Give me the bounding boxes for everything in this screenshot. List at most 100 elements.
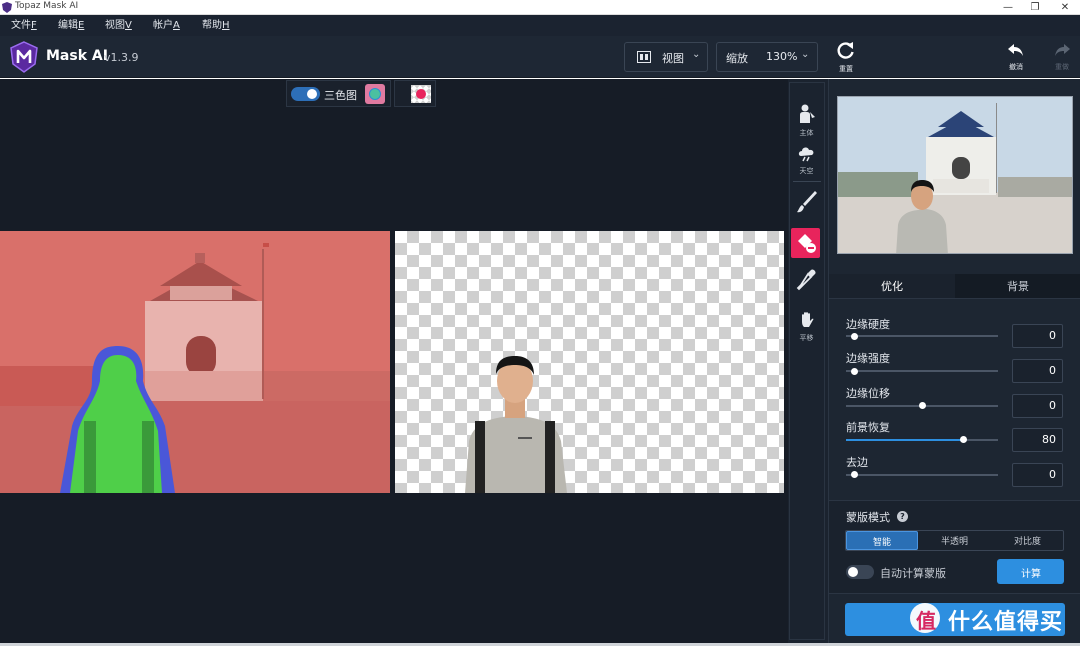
- topaz-logo-icon: [2, 2, 12, 13]
- view-label: 视图: [662, 52, 684, 65]
- chevron-down-icon: ⌄: [692, 49, 701, 60]
- fill-tool[interactable]: [791, 228, 820, 258]
- tab-background-label: 背景: [1007, 280, 1029, 293]
- auto-compute-label: 自动计算蒙版: [880, 567, 946, 580]
- view-button[interactable]: 视图 ⌄: [624, 42, 708, 72]
- slider-value-field[interactable]: 0: [1012, 463, 1063, 487]
- tool-divider: [793, 181, 821, 182]
- mask-mode-option-contrast[interactable]: 对比度: [992, 531, 1064, 550]
- slider-label: 边缘强度: [846, 352, 890, 365]
- eyedropper-tool[interactable]: [790, 267, 823, 303]
- option-label: 半透明: [941, 537, 969, 547]
- slider-label: 前景恢复: [846, 421, 890, 434]
- mask-mode-title: 蒙版模式: [846, 511, 890, 524]
- app-name: Mask AI: [46, 48, 108, 64]
- trimap-color-swatch[interactable]: [365, 84, 385, 104]
- person-icon: [799, 104, 815, 123]
- minimize-button[interactable]: —: [993, 0, 1023, 15]
- option-label: 对比度: [1014, 537, 1042, 547]
- sky-tool[interactable]: 天空: [790, 144, 823, 180]
- subject-tool[interactable]: 主体: [790, 104, 823, 140]
- tab-refine-label: 优化: [881, 280, 903, 293]
- cutout-preview-box[interactable]: [394, 80, 436, 107]
- maximize-button[interactable]: ❐: [1020, 0, 1050, 15]
- slider-label: 去边: [846, 456, 868, 469]
- slider-knob[interactable]: [851, 333, 858, 340]
- transparency-icon: [411, 85, 431, 103]
- pan-tool-label: 平移: [799, 334, 814, 342]
- tab-divider: [829, 298, 1080, 299]
- slider-knob[interactable]: [851, 368, 858, 375]
- cloud-icon: [798, 147, 813, 162]
- app-header: Mask AI v1.3.9 视图 ⌄ 缩放 130% ⌄: [0, 36, 828, 78]
- mask-ai-logo-icon: [10, 41, 38, 73]
- tab-refine[interactable]: 优化: [829, 274, 955, 298]
- hand-icon: [801, 312, 813, 327]
- undo-button[interactable]: 撤消: [1004, 42, 1028, 74]
- redo-icon: [1055, 44, 1070, 56]
- slider-track[interactable]: [846, 335, 998, 337]
- reset-label: 重置: [839, 65, 853, 73]
- chevron-down-icon: ⌄: [801, 49, 810, 60]
- slider-value-field[interactable]: 0: [1012, 359, 1063, 383]
- pan-tool[interactable]: 平移: [790, 311, 823, 347]
- app-window: Topaz Mask AI — ❐ ✕ 文件F 编辑E 视图V 帐户A 帮助H …: [0, 0, 1080, 646]
- slider-label: 边缘位移: [846, 387, 890, 400]
- auto-compute-toggle[interactable]: [846, 565, 874, 579]
- slider-track[interactable]: [846, 474, 998, 476]
- menu-view[interactable]: 视图V: [105, 15, 132, 36]
- slider-knob[interactable]: [960, 436, 967, 443]
- watermark-logo-icon: 值: [910, 603, 940, 633]
- navigator-thumbnail[interactable]: [837, 96, 1073, 254]
- undo-label: 撤消: [1009, 63, 1023, 71]
- help-icon[interactable]: ?: [897, 511, 908, 522]
- title-bar: Topaz Mask AI — ❐ ✕: [0, 0, 1080, 15]
- canvas-area[interactable]: 三色图: [0, 79, 788, 643]
- brush-tool[interactable]: [790, 189, 823, 225]
- sky-tool-label: 天空: [799, 167, 814, 175]
- zoom-control[interactable]: 缩放 130% ⌄: [716, 42, 818, 72]
- compute-button[interactable]: 计算: [997, 559, 1064, 584]
- mask-mode-option-smart[interactable]: 智能: [846, 531, 918, 550]
- section-divider: [829, 593, 1080, 594]
- trimap-photo-illustration: [0, 231, 390, 493]
- mask-mode-option-translucent[interactable]: 半透明: [919, 531, 991, 550]
- slider-value-field[interactable]: 0: [1012, 324, 1063, 348]
- close-button[interactable]: ✕: [1050, 0, 1080, 15]
- cutout-person-illustration: [465, 356, 567, 493]
- cutout-result-image[interactable]: [395, 231, 784, 493]
- right-panel: 优化 背景 边缘硬度 0 边缘强度 0 边缘位移 0 前景恢复 80 去边 0 …: [828, 79, 1080, 643]
- brush-icon: [796, 191, 817, 213]
- app-version: v1.3.9: [104, 51, 139, 64]
- slider-label: 边缘硬度: [846, 318, 890, 331]
- zoom-label: 缩放: [726, 52, 748, 65]
- menu-account[interactable]: 帐户A: [153, 15, 180, 36]
- window-title: Topaz Mask AI: [15, 1, 79, 11]
- menu-bar: 文件F 编辑E 视图V 帐户A 帮助H: [0, 15, 1080, 36]
- menu-file[interactable]: 文件F: [11, 15, 37, 36]
- paint-bucket-icon: [798, 234, 816, 253]
- reset-icon: [837, 42, 854, 59]
- slider-value-field[interactable]: 80: [1012, 428, 1063, 452]
- split-view-icon: [637, 51, 651, 63]
- trimap-toggle-box: 三色图: [286, 80, 391, 107]
- menu-edit[interactable]: 编辑E: [58, 15, 84, 36]
- slider-fill: [846, 439, 964, 441]
- trimap-image[interactable]: [0, 231, 390, 493]
- menu-help[interactable]: 帮助H: [202, 15, 230, 36]
- reset-button[interactable]: 重置: [834, 40, 858, 74]
- redo-button[interactable]: 重做: [1050, 42, 1074, 74]
- redo-label: 重做: [1055, 63, 1069, 71]
- trimap-toggle[interactable]: [291, 87, 320, 101]
- compute-button-label: 计算: [1021, 569, 1041, 580]
- slider-knob[interactable]: [919, 402, 926, 409]
- tab-background[interactable]: 背景: [955, 274, 1080, 298]
- slider-track[interactable]: [846, 370, 998, 372]
- zoom-value: 130%: [766, 50, 798, 63]
- slider-value-field[interactable]: 0: [1012, 394, 1063, 418]
- history-actions: 重置 撤消 重做: [828, 36, 1080, 78]
- eyedropper-icon: [796, 269, 816, 291]
- slider-knob[interactable]: [851, 471, 858, 478]
- option-label: 智能: [873, 538, 892, 548]
- mask-mode-segmented: 智能 半透明 对比度: [845, 530, 1064, 551]
